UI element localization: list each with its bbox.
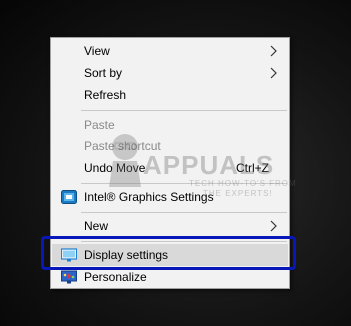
menu-item-view[interactable]: View (52, 40, 288, 62)
menu-item-label: Display settings (84, 248, 169, 262)
menu-item-label: Personalize (84, 270, 147, 284)
chevron-right-icon (270, 220, 277, 232)
menu-item-label: Sort by (84, 66, 123, 80)
menu-item-paste-shortcut[interactable]: Paste shortcut (52, 135, 288, 157)
menu-item-label: Refresh (84, 88, 127, 102)
menu-item-label: Intel® Graphics Settings (84, 190, 214, 204)
menu-item-shortcut: Ctrl+Z (236, 161, 269, 175)
menu-item-label: View (84, 44, 110, 58)
menu-item-undo-move[interactable]: Undo Move Ctrl+Z (52, 157, 288, 179)
menu-item-label: Undo Move (84, 161, 146, 175)
menu-item-label: Paste (84, 118, 115, 132)
menu-separator (81, 110, 287, 111)
menu-separator (81, 212, 287, 213)
chevron-right-icon (270, 45, 277, 57)
intel-graphics-icon (61, 190, 77, 204)
menu-item-paste[interactable]: Paste (52, 114, 288, 136)
menu-separator (81, 183, 287, 184)
menu-item-new[interactable]: New (52, 215, 288, 237)
menu-item-sort-by[interactable]: Sort by (52, 62, 288, 84)
menu-item-label: Paste shortcut (84, 139, 161, 153)
desktop-context-menu: View Sort by Refresh Paste Paste shortcu… (50, 37, 290, 289)
display-icon (61, 248, 77, 262)
menu-item-refresh[interactable]: Refresh (52, 84, 288, 106)
menu-separator (81, 241, 287, 242)
menu-item-intel-graphics-settings[interactable]: Intel® Graphics Settings (52, 186, 288, 208)
menu-item-personalize[interactable]: Personalize (52, 266, 288, 288)
menu-item-label: New (84, 219, 109, 233)
chevron-right-icon (270, 67, 277, 79)
menu-item-display-settings[interactable]: Display settings (52, 244, 288, 266)
personalize-icon (61, 270, 77, 284)
